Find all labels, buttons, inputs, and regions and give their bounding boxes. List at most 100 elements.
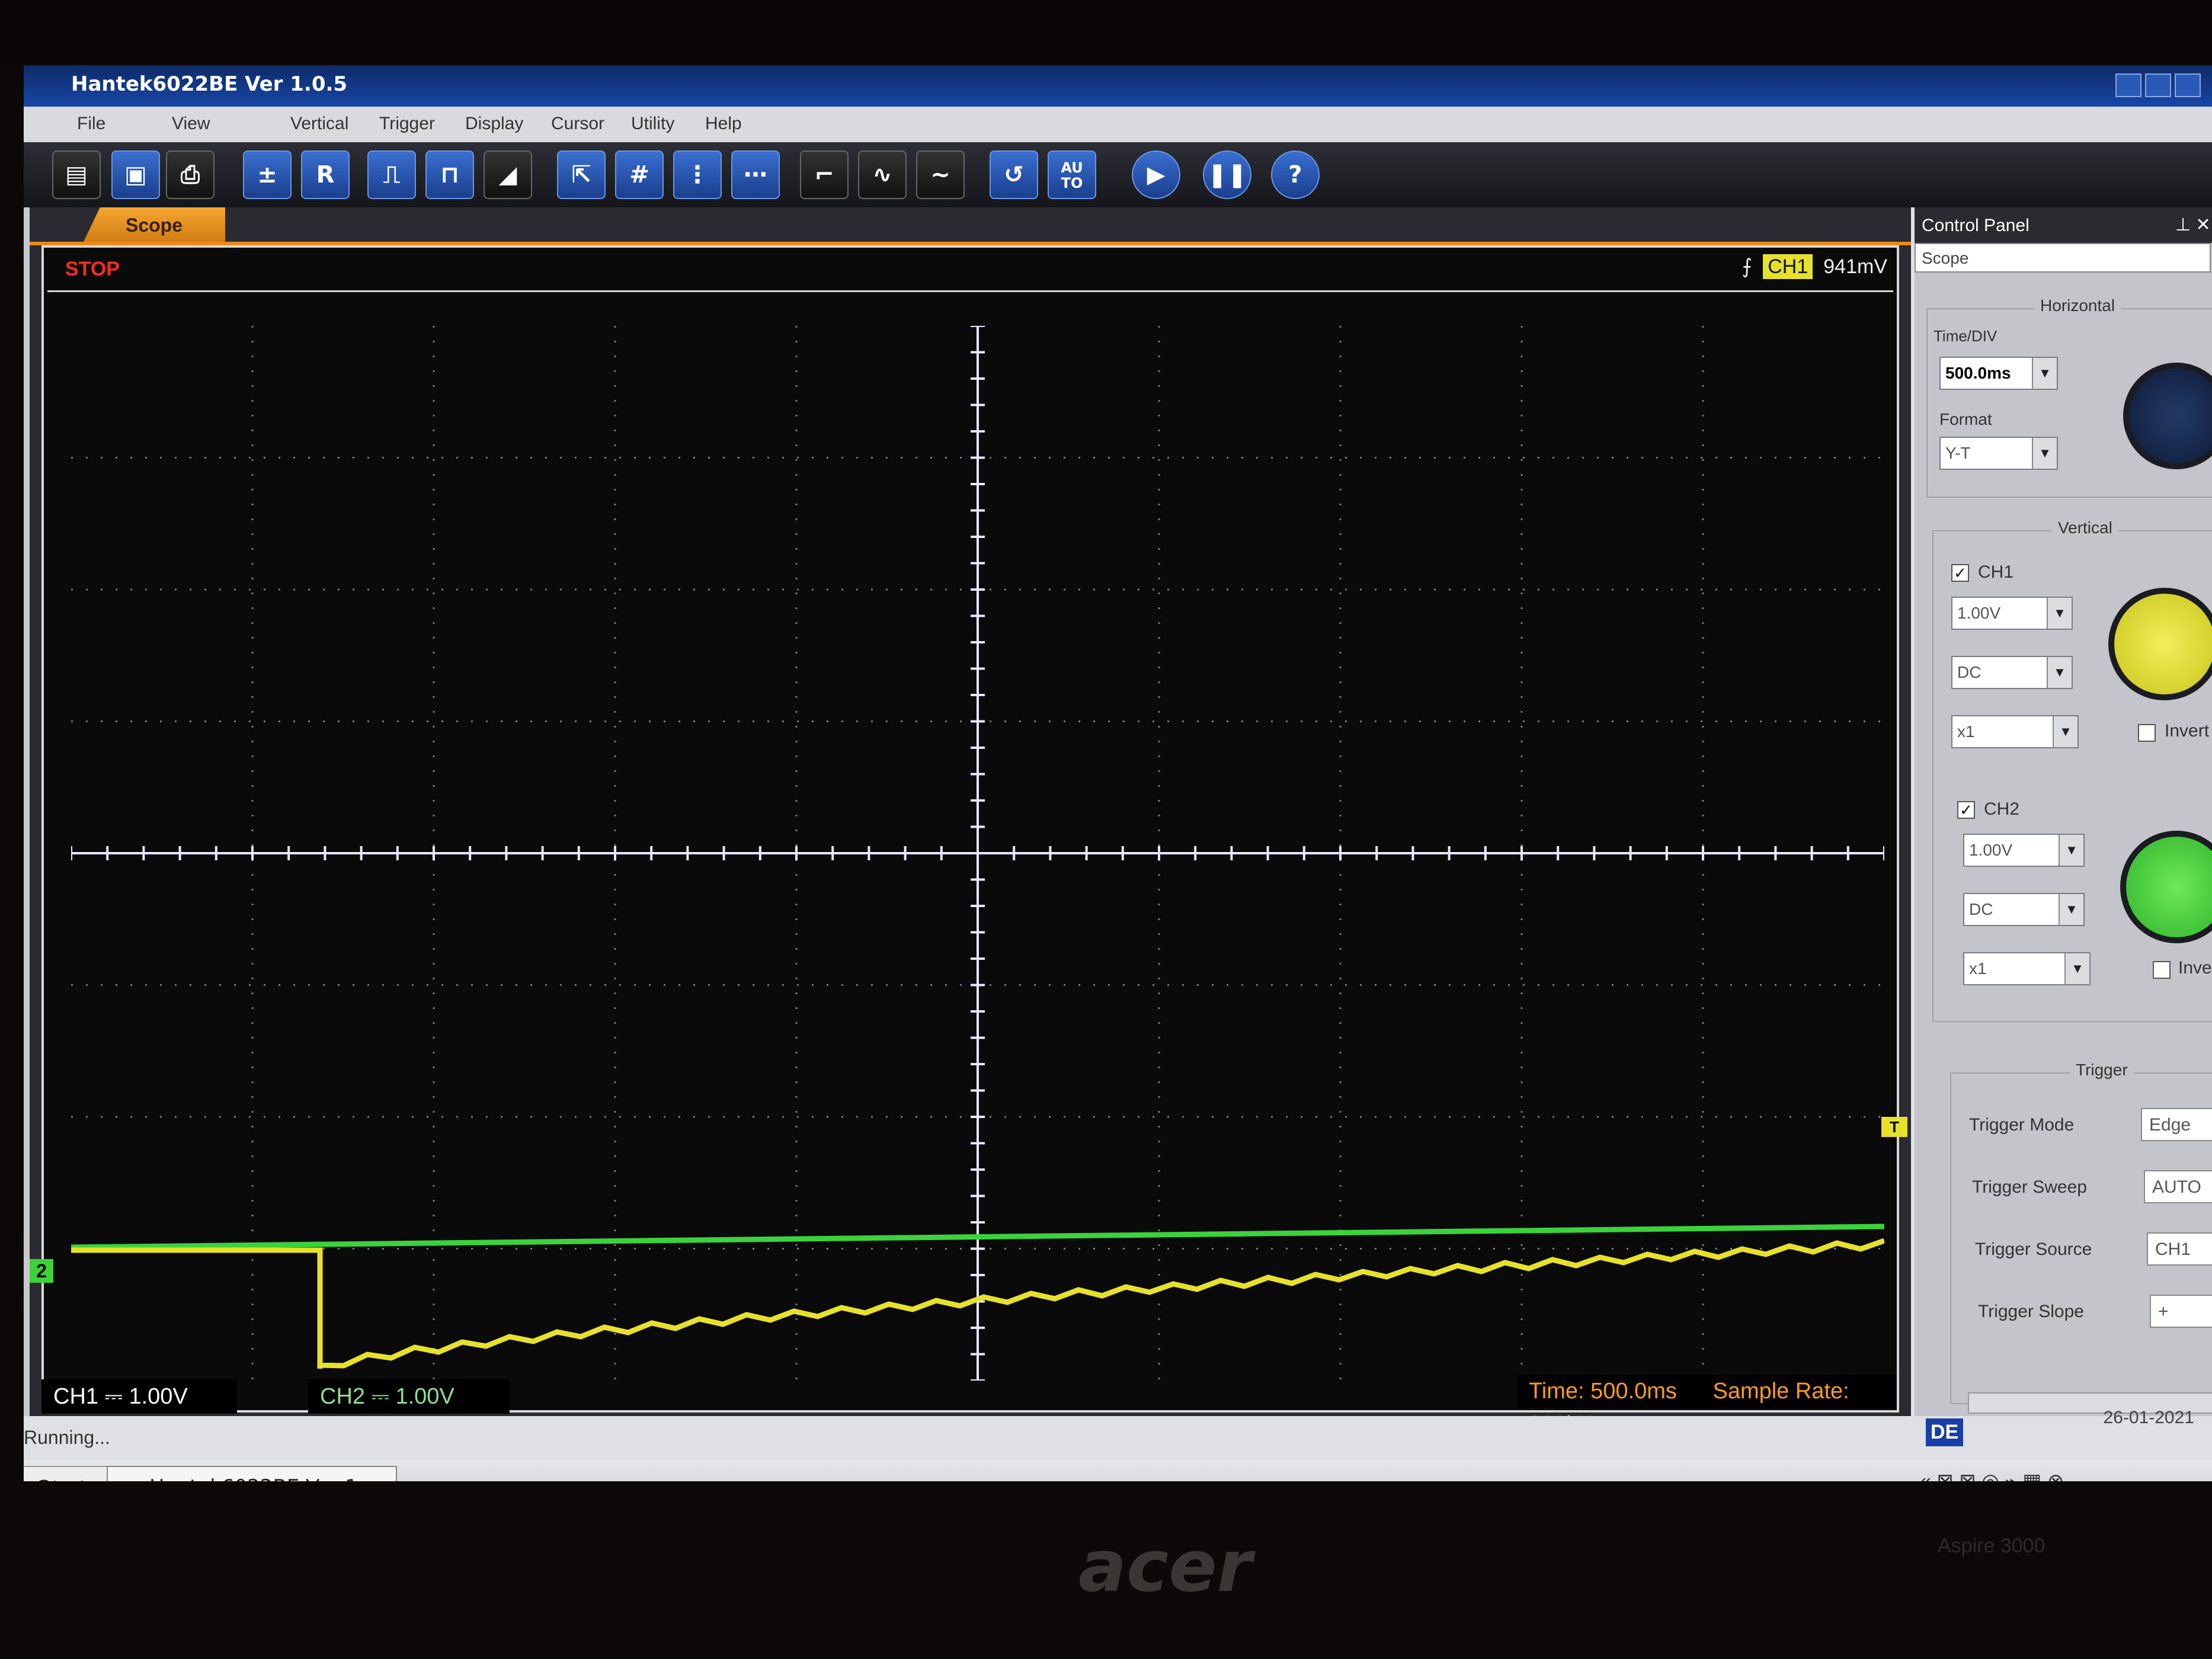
trigger-source-label: Trigger Source	[1975, 1240, 2092, 1259]
maximize-button[interactable]	[2145, 73, 2171, 97]
ch1-invert-checkbox[interactable]	[2138, 724, 2156, 742]
screen: Hantek6022BE Ver 1.0.5 File View Vertica…	[24, 65, 2212, 1481]
time-div-label: Time/DIV	[1934, 327, 1997, 345]
trigger-info: ⨍ CH1 941mV	[1742, 254, 1887, 279]
menu-file[interactable]: File	[77, 114, 105, 134]
menu-view[interactable]: View	[172, 114, 210, 134]
language-indicator[interactable]: DE	[1926, 1418, 1964, 1446]
open-icon[interactable]: ▤	[52, 150, 101, 199]
ch2-volts-knob[interactable]	[2120, 831, 2212, 943]
format-select[interactable]: Y-T	[1939, 437, 2058, 470]
vertical-group: Vertical ✓ CH1 1.00V DC x1 Invert ✓ CH2 …	[1932, 518, 2212, 1022]
trigger-mode-select[interactable]: Edge	[2141, 1108, 2212, 1141]
ch2-readout: CH2 ⎓ 1.00V	[308, 1379, 510, 1414]
close-button[interactable]	[2175, 73, 2201, 97]
status-date: 26-01-2021	[2103, 1408, 2194, 1427]
minimize-button[interactable]	[2115, 73, 2141, 97]
trigger-legend: Trigger	[2070, 1061, 2134, 1080]
ch2-volts-select[interactable]: 1.00V	[1963, 834, 2085, 867]
pause-icon[interactable]: ❚❚	[1203, 150, 1251, 199]
title-bar: Hantek6022BE Ver 1.0.5	[24, 65, 2212, 107]
control-panel: Control Panel ⊥ ✕ Scope Horizontal Time/…	[1911, 207, 2212, 1416]
brand-logo: acer	[1078, 1526, 1252, 1608]
horizontal-cursor-icon[interactable]: ⋯	[731, 150, 780, 199]
dc-icon: ⎓	[104, 1384, 129, 1409]
ch1-volts-select[interactable]: 1.00V	[1951, 597, 2073, 630]
trigger-sweep-select[interactable]: AUTO	[2144, 1170, 2212, 1203]
trigger-group: Trigger Trigger Mode Edge Trigger Sweep …	[1950, 1061, 2212, 1404]
scope-window: Scope STOP ⨍ CH1 941mV 2 T Time: 500.0ms S…	[30, 207, 1911, 1437]
horizontal-group: Horizontal Time/DIV 500.0ms Format Y-T	[1926, 296, 2212, 498]
grid-icon[interactable]: #	[615, 150, 664, 199]
ch1-probe-select[interactable]: x1	[1951, 715, 2079, 748]
ramp-icon[interactable]: ◢	[484, 150, 532, 199]
system-tray-icons[interactable]: « ⊠ ⊠ ◎ ⌁ ▦ ⊗	[1920, 1469, 2064, 1481]
vertical-legend: Vertical	[2052, 518, 2118, 537]
menu-cursor[interactable]: Cursor	[551, 114, 604, 134]
time-readout: Time: 500.0ms	[1529, 1379, 1677, 1404]
ch1-volts-knob[interactable]	[2108, 588, 2212, 700]
save-icon[interactable]: ▣	[111, 150, 160, 199]
ch2-checkbox[interactable]: ✓	[1957, 801, 1975, 819]
vertical-cursor-icon[interactable]: ⋮	[673, 150, 722, 199]
trigger-slope-select[interactable]: +	[2150, 1295, 2212, 1328]
taskbar-item-hantek[interactable]: Hantek6022BE Ver 1....	[107, 1466, 397, 1481]
menu-display[interactable]: Display	[465, 114, 523, 134]
ch1-coupling-select[interactable]: DC	[1951, 656, 2073, 689]
ch1-checkbox[interactable]: ✓	[1951, 564, 1969, 582]
ch2-position-marker[interactable]: 2	[30, 1259, 53, 1283]
help-icon[interactable]: ?	[1271, 150, 1320, 199]
waveform-grid	[71, 326, 1884, 1381]
print-icon[interactable]: ⎙	[166, 150, 215, 199]
model-label: Aspire 3000	[1938, 1535, 2045, 1557]
pulse-icon[interactable]: ⎍	[367, 150, 416, 199]
step-icon[interactable]: ⌐	[800, 150, 849, 199]
pulse-alt-icon[interactable]: ⊓	[425, 150, 474, 199]
sine-icon[interactable]: ~	[916, 150, 965, 199]
time-div-select[interactable]: 500.0ms	[1939, 357, 2058, 390]
pin-icon[interactable]: ⊥ ✕	[2175, 214, 2211, 235]
trigger-edge-icon: ⨍	[1742, 255, 1753, 278]
ch2-readout-label: CH2	[320, 1384, 366, 1409]
trigger-level-marker[interactable]: T	[1881, 1117, 1907, 1137]
trigger-sweep-label: Trigger Sweep	[1972, 1177, 2087, 1197]
ch1-readout-value: 1.00V	[129, 1384, 188, 1409]
trigger-slope-label: Trigger Slope	[1978, 1302, 2084, 1321]
dc-icon: ⎓	[371, 1384, 396, 1409]
run-state: STOP	[65, 258, 120, 280]
menu-trigger[interactable]: Trigger	[379, 114, 435, 134]
time-sample-readout: Time: 500.0ms Sample Rate: 200kHz	[1517, 1375, 1896, 1437]
menu-help[interactable]: Help	[705, 114, 742, 134]
auto-icon[interactable]: AU TO	[1048, 150, 1096, 199]
mode-select[interactable]: Scope	[1915, 243, 2211, 273]
window-title: Hantek6022BE Ver 1.0.5	[71, 72, 348, 96]
control-panel-header: Control Panel ⊥ ✕	[1915, 207, 2212, 243]
wave-icon[interactable]: ∿	[858, 150, 907, 199]
menu-bar: File View Vertical Trigger Display Curso…	[24, 107, 2212, 142]
trigger-source-select[interactable]: CH1	[2147, 1232, 2212, 1266]
status-bar: Running... 26-01-2021	[24, 1408, 2212, 1460]
menu-utility[interactable]: Utility	[631, 114, 674, 134]
play-icon[interactable]: ▶	[1132, 150, 1180, 199]
undo-icon[interactable]: ↺	[990, 150, 1038, 199]
ch2-invert-checkbox[interactable]	[2153, 961, 2171, 979]
taskbar: Start Hantek6022BE Ver 1.... DE « ⊠ ⊠ ◎ …	[24, 1418, 2212, 1481]
measure-icon[interactable]: ±	[243, 150, 292, 199]
cursor-icon[interactable]: ⇱	[557, 150, 606, 199]
tab-scope[interactable]: Scope	[83, 207, 225, 243]
monitor-bezel-top	[0, 0, 2212, 65]
menu-vertical[interactable]: Vertical	[290, 114, 348, 134]
format-label: Format	[1939, 410, 1992, 428]
start-button[interactable]: Start	[24, 1466, 113, 1481]
ch2-coupling-select[interactable]: DC	[1963, 893, 2085, 926]
ch1-readout: CH1 ⎓ 1.00V	[41, 1379, 237, 1414]
time-div-knob[interactable]	[2123, 363, 2212, 469]
ch1-readout-label: CH1	[53, 1384, 99, 1409]
ch2-readout-value: 1.00V	[395, 1384, 454, 1409]
reference-icon[interactable]: R	[301, 150, 350, 199]
trigger-channel: CH1	[1763, 254, 1813, 279]
horizontal-legend: Horizontal	[2034, 296, 2121, 315]
ch2-probe-select[interactable]: x1	[1963, 952, 2091, 985]
ch1-label: CH1	[1978, 562, 2014, 582]
display-separator	[47, 290, 1893, 292]
